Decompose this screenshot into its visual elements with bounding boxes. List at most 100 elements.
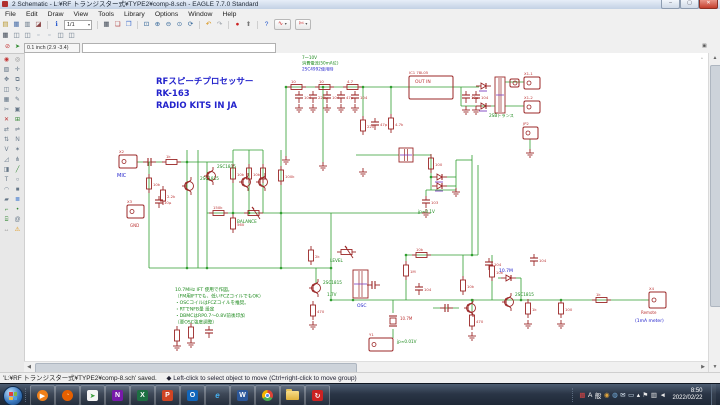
polygon-icon[interactable]: ▰	[1, 195, 12, 205]
gateswap-icon[interactable]: ⇅	[1, 135, 12, 145]
ground-symbol[interactable]	[472, 106, 480, 115]
menu-tools[interactable]: Tools	[93, 11, 119, 18]
ground-symbol[interactable]	[526, 149, 534, 158]
network-icon[interactable]: ▥	[651, 391, 657, 399]
circle-icon[interactable]: ○	[12, 175, 23, 185]
junction-dot[interactable]	[329, 266, 333, 270]
resistor[interactable]: 1k	[592, 292, 611, 303]
wire-icon[interactable]: ╱	[12, 165, 23, 175]
capacitor[interactable]: 220μ	[309, 91, 328, 103]
top-note[interactable]: 7～10V	[302, 55, 317, 60]
ground-symbol[interactable]	[468, 332, 476, 341]
red-label[interactable]: GND	[130, 223, 139, 228]
close-button[interactable]: ✕	[699, 0, 718, 9]
taskbar-app-outlook[interactable]: O	[180, 385, 205, 405]
ground-symbol[interactable]	[524, 320, 532, 329]
swap-layer2-icon[interactable]: ◫	[23, 31, 33, 40]
swap-layer-icon[interactable]: ◫	[12, 31, 22, 40]
ground-symbol[interactable]	[462, 106, 470, 115]
resistor[interactable]: 4.7	[343, 79, 362, 90]
mirror-icon[interactable]: ◫	[1, 85, 12, 95]
connector-box[interactable]: X3	[126, 199, 145, 219]
diode[interactable]	[432, 173, 447, 183]
zoom-redraw-icon[interactable]: ⟳	[186, 20, 196, 29]
junction-dot[interactable]	[279, 266, 283, 270]
resistor[interactable]: 10	[315, 79, 334, 90]
promo-button-2[interactable]: ✄ ▾	[294, 19, 312, 30]
start-button[interactable]	[3, 386, 23, 405]
promo-button-1[interactable]: ∿ ▾	[274, 19, 291, 30]
open-icon[interactable]: ▤	[1, 20, 11, 29]
ground-symbol[interactable]	[359, 168, 367, 177]
connector-box[interactable]: Y1	[368, 332, 394, 352]
scroll-up-arrow[interactable]: ▲	[709, 53, 720, 63]
label-icon[interactable]: ⌸	[1, 215, 12, 225]
smash-icon[interactable]: ✶	[12, 145, 23, 155]
move-icon[interactable]: ✥	[1, 75, 12, 85]
security-tray-icon[interactable]: ▩	[579, 391, 585, 399]
text-icon[interactable]: T	[1, 175, 12, 185]
info-icon[interactable]: ◉	[1, 55, 12, 65]
stop-icon[interactable]: ●	[233, 20, 243, 29]
vertical-scrollbar[interactable]: ▲ ▼	[708, 53, 720, 372]
capacitor[interactable]: 104	[351, 91, 368, 103]
action-center-icon[interactable]: ⚑	[643, 391, 649, 399]
junction-dot[interactable]	[470, 298, 474, 302]
ground-symbol[interactable]	[309, 321, 317, 330]
mark-icon[interactable]: ✛	[12, 65, 23, 75]
potentiometer[interactable]: LEVEL	[330, 245, 356, 263]
schematic-note[interactable]: ・OSCコイルはFCZコイルを推奨。	[175, 299, 249, 306]
connector-box[interactable]	[509, 78, 520, 88]
connector-box[interactable]: OUT IN IC1 78L05	[408, 70, 454, 100]
connector-box[interactable]: X1-1	[523, 71, 541, 90]
taskbar-app-word[interactable]: W	[230, 385, 255, 405]
transformer[interactable]	[494, 76, 506, 114]
export-image-icon[interactable]: ◪	[34, 20, 44, 29]
toolbar-overflow-icon[interactable]: ▣	[702, 44, 707, 49]
capacitor[interactable]: 104	[295, 91, 312, 103]
zoom-out-icon[interactable]: ⊖	[164, 20, 174, 29]
zoom-fit-icon[interactable]: ⊡	[142, 20, 152, 29]
info-icon[interactable]: ℹ	[52, 20, 62, 29]
taskbar-app-internet-explorer[interactable]: e	[205, 385, 230, 405]
resistor[interactable]: 100	[558, 299, 573, 318]
green-label[interactable]: 2SBトランス	[489, 113, 514, 119]
transistor[interactable]	[502, 293, 514, 311]
taskbar-app-excel[interactable]: X	[130, 385, 155, 405]
top-note[interactable]: 消費電流(50mA位)	[302, 60, 339, 67]
layer-icon[interactable]: ❏	[113, 20, 123, 29]
rotate-icon[interactable]: ↻	[12, 85, 23, 95]
resistor[interactable]: 10k	[460, 276, 475, 295]
green-label[interactable]: 1.7V	[327, 292, 337, 297]
blue-label[interactable]: OSC	[357, 303, 367, 309]
resistor[interactable]: 10	[287, 79, 306, 90]
tray-icon-1[interactable]: ◉	[604, 391, 610, 399]
taskbar-app-mail-app[interactable]: ➤	[80, 385, 105, 405]
ground-symbol[interactable]	[187, 339, 195, 348]
capacitor[interactable]	[205, 326, 213, 338]
print-icon[interactable]: ▥	[23, 20, 33, 29]
taskbar-app-powerpoint[interactable]: P	[155, 385, 180, 405]
ime-kana[interactable]: 般	[595, 390, 602, 400]
capacitor[interactable]	[367, 281, 380, 289]
blue-label[interactable]: MIC	[117, 173, 127, 179]
miter-icon[interactable]: ◿	[1, 155, 12, 165]
pair2-icon[interactable]: ▫	[45, 31, 55, 40]
copy-icon[interactable]: ⧉	[12, 75, 23, 85]
menu-options[interactable]: Options	[150, 11, 183, 18]
ground-symbol[interactable]	[173, 342, 181, 351]
set2-icon[interactable]: ◫	[67, 31, 77, 40]
capacitor[interactable]: 47μ	[337, 91, 354, 103]
change-icon[interactable]: ✎	[12, 95, 23, 105]
command-input[interactable]	[82, 43, 276, 53]
tray-icon-4[interactable]: ▭	[628, 391, 634, 399]
green-label[interactable]: jp≈0.1V	[417, 209, 435, 214]
layer-settings-icon[interactable]: ❐	[124, 20, 134, 29]
sheet-selector[interactable]: 1/1 ▾	[64, 19, 92, 30]
resistor[interactable]: 2k	[308, 246, 321, 265]
erc-icon[interactable]: ⚠	[12, 225, 23, 235]
ground-symbol[interactable]	[557, 320, 565, 329]
taskbar-clock[interactable]: 8:50 2022/02/22	[672, 388, 702, 402]
menu-file[interactable]: File	[0, 11, 21, 18]
name-icon[interactable]: N	[12, 135, 23, 145]
